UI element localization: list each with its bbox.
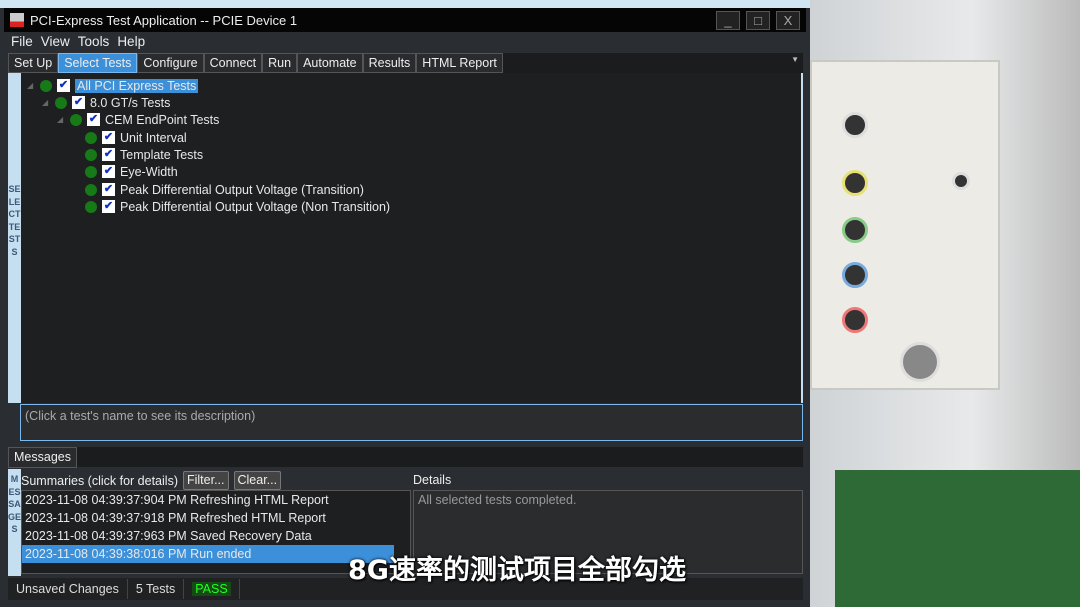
- status-dot-icon: [70, 113, 82, 126]
- checkbox[interactable]: ✔: [57, 79, 70, 92]
- tree-node[interactable]: ◢ ✔ 8.0 GT/s Tests: [42, 94, 170, 111]
- tree-node[interactable]: ✔ Peak Differential Output Voltage (Trans…: [85, 181, 364, 198]
- tree-node[interactable]: ◢ ✔ CEM EndPoint Tests: [57, 111, 219, 128]
- menu-view[interactable]: View: [41, 34, 70, 53]
- filter-button[interactable]: Filter...: [182, 471, 229, 490]
- tree-node-label[interactable]: Peak Differential Output Voltage (Non Tr…: [120, 200, 390, 214]
- status-dot-icon: [85, 200, 97, 213]
- tab-messages[interactable]: Messages: [8, 447, 77, 468]
- status-dot-icon: [40, 79, 52, 92]
- tree-node[interactable]: ✔ Unit Interval: [85, 129, 187, 146]
- menu-help[interactable]: Help: [117, 34, 145, 53]
- test-description: (Click a test's name to see its descript…: [20, 404, 803, 441]
- checkbox[interactable]: ✔: [102, 200, 115, 213]
- message-row[interactable]: 2023-11-08 04:39:37:963 PM Saved Recover…: [22, 527, 394, 545]
- app-window: PCI-Express Test Application -- PCIE Dev…: [0, 0, 810, 607]
- menu-bar: File View Tools Help: [6, 34, 804, 53]
- expander-icon[interactable]: ◢: [42, 98, 50, 107]
- tab-results[interactable]: Results: [362, 53, 417, 73]
- oscilloscope: [810, 60, 1000, 390]
- messages-tab-bar: Messages: [8, 447, 803, 468]
- tab-select-tests[interactable]: Select Tests: [58, 53, 138, 73]
- menu-tools[interactable]: Tools: [78, 34, 110, 53]
- tree-node[interactable]: ✔ Eye-Width: [85, 163, 178, 180]
- panel-side-label: SELECT TESTS: [8, 184, 21, 257]
- pcb-board: [835, 470, 1080, 607]
- maximize-button[interactable]: □: [746, 11, 770, 30]
- checkbox[interactable]: ✔: [72, 96, 85, 109]
- message-row[interactable]: 2023-11-08 04:39:37:918 PM Refreshed HTM…: [22, 509, 394, 527]
- status-dot-icon: [85, 148, 97, 161]
- status-dot-icon: [85, 165, 97, 178]
- title-bar: PCI-Express Test Application -- PCIE Dev…: [4, 8, 806, 32]
- tab-automate[interactable]: Automate: [297, 53, 363, 73]
- checkbox[interactable]: ✔: [102, 131, 115, 144]
- message-row[interactable]: 2023-11-08 04:39:38:016 PM Run ended: [22, 545, 394, 563]
- checkbox[interactable]: ✔: [87, 113, 100, 126]
- tree-node[interactable]: ◢ ✔ All PCI Express Tests: [27, 77, 199, 94]
- checkbox[interactable]: ✔: [102, 148, 115, 161]
- tree-node-label[interactable]: All PCI Express Tests: [75, 78, 199, 93]
- tab-set-up[interactable]: Set Up: [8, 53, 59, 73]
- close-button[interactable]: X: [776, 11, 800, 30]
- expander-icon[interactable]: ◢: [27, 81, 35, 90]
- summaries-label: Summaries (click for details): [21, 473, 178, 488]
- menu-file[interactable]: File: [11, 34, 33, 53]
- window-title: PCI-Express Test Application -- PCIE Dev…: [30, 12, 298, 28]
- tab-connect[interactable]: Connect: [203, 53, 263, 73]
- oscilloscope-photo: [810, 0, 1080, 607]
- test-tree: ◢ ✔ All PCI Express Tests ◢ ✔ 8.0 GT/s Tests…: [21, 73, 801, 403]
- tree-node-label[interactable]: Template Tests: [120, 148, 203, 162]
- tab-overflow-icon[interactable]: ▼: [791, 55, 799, 64]
- tab-html-report[interactable]: HTML Report: [416, 53, 503, 73]
- checkbox[interactable]: ✔: [102, 183, 115, 196]
- top-strip: [0, 0, 810, 8]
- app-icon: [10, 13, 24, 27]
- clear-button[interactable]: Clear...: [233, 471, 282, 490]
- status-dot-icon: [85, 183, 97, 196]
- tab-configure[interactable]: Configure: [137, 53, 204, 73]
- tree-node-label[interactable]: CEM EndPoint Tests: [105, 113, 219, 127]
- details-label: Details: [413, 473, 452, 487]
- test-count: 5 Tests: [128, 579, 185, 599]
- video-subtitle: 8G速率的测试项目全部勾选: [348, 555, 686, 586]
- tree-node-label[interactable]: Eye-Width: [120, 165, 178, 179]
- tree-node[interactable]: ✔ Template Tests: [85, 146, 203, 163]
- tree-node-label[interactable]: 8.0 GT/s Tests: [90, 96, 170, 110]
- message-row[interactable]: 2023-11-08 04:39:37:904 PM Refreshing HT…: [22, 491, 394, 509]
- tree-node[interactable]: ✔ Peak Differential Output Voltage (Non T…: [85, 198, 390, 215]
- messages-side-label: MESSAGES: [8, 474, 22, 534]
- tab-run[interactable]: Run: [262, 53, 298, 73]
- tab-bar: Set Up Select Tests Configure Connect Ru…: [8, 53, 803, 73]
- tree-node-label[interactable]: Unit Interval: [120, 131, 187, 145]
- status-dot-icon: [85, 131, 97, 144]
- unsaved-changes-status: Unsaved Changes: [8, 579, 128, 599]
- pass-badge: PASS: [192, 582, 231, 596]
- select-tests-panel: SELECT TESTS ◢ ✔ All PCI Express Tests ◢ ✔ 8…: [8, 73, 803, 403]
- status-dot-icon: [55, 96, 67, 109]
- minimize-button[interactable]: _: [716, 11, 740, 30]
- checkbox[interactable]: ✔: [102, 165, 115, 178]
- expander-icon[interactable]: ◢: [57, 115, 65, 124]
- tree-node-label[interactable]: Peak Differential Output Voltage (Transi…: [120, 183, 364, 197]
